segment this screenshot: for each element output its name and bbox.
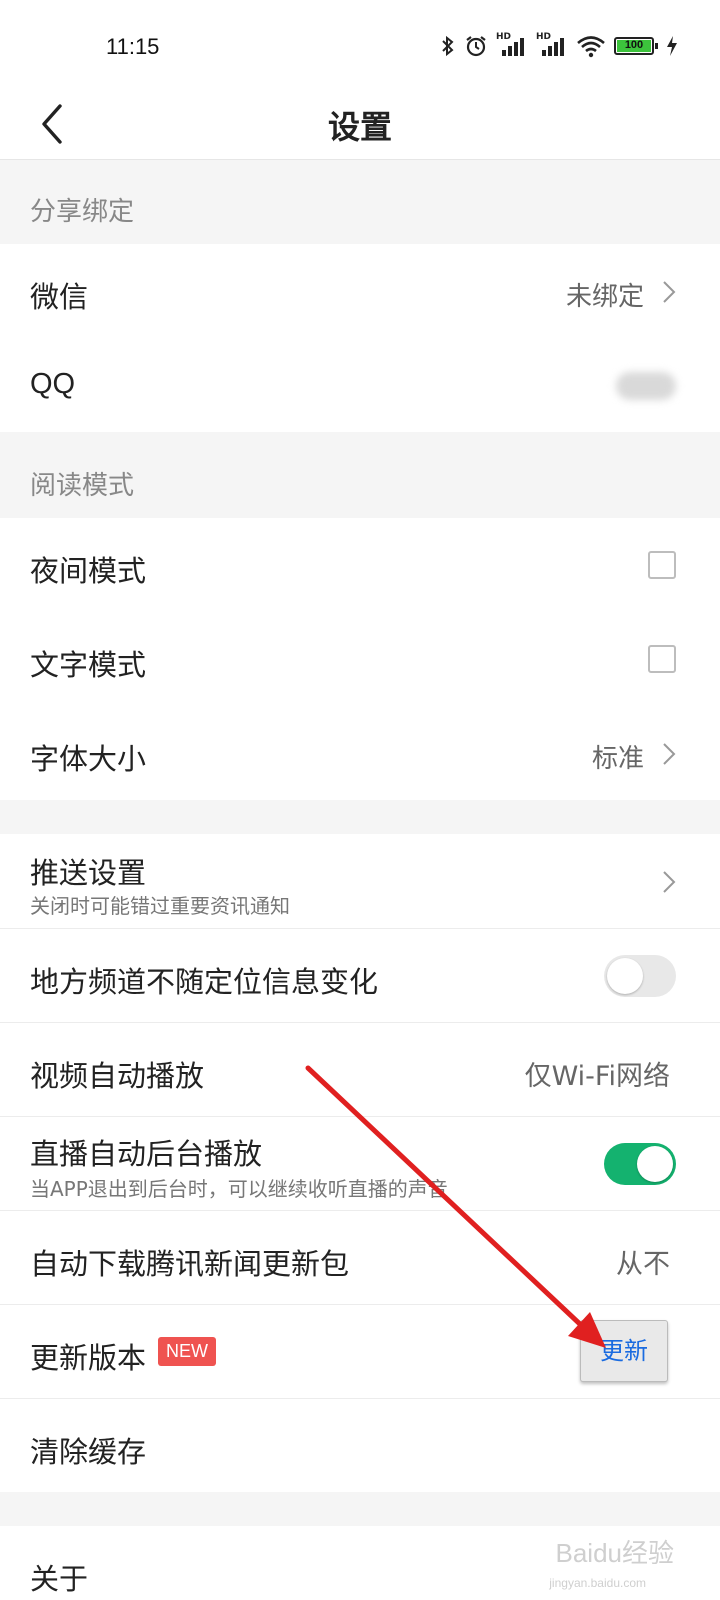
row-night-mode[interactable]: 夜间模式 [0, 518, 720, 612]
live-background-toggle[interactable] [604, 1143, 676, 1185]
qq-account-blurred [616, 372, 676, 400]
signal-1-icon: HD [496, 32, 528, 58]
signal-2-icon: HD [536, 32, 568, 58]
row-clear-cache[interactable]: 清除缓存 [0, 1399, 720, 1492]
row-label: 直播自动后台播放 [30, 1137, 263, 1171]
bluetooth-icon [442, 35, 454, 57]
update-button[interactable]: 更新 [580, 1320, 668, 1382]
row-sublabel: 关闭时可能错过重要资讯通知 [30, 894, 290, 918]
toggle-knob [607, 958, 643, 994]
section-header-share: 分享绑定 [0, 180, 720, 244]
battery-icon: 100 [614, 35, 658, 57]
night-mode-checkbox[interactable] [648, 551, 676, 579]
text-mode-checkbox[interactable] [648, 645, 676, 673]
font-size-value: 标准 [591, 744, 644, 774]
nav-bar: 设置 [0, 88, 720, 160]
toggle-knob [637, 1146, 673, 1182]
charging-icon [667, 36, 677, 56]
row-label: 夜间模式 [30, 554, 147, 588]
auto-download-value: 从不 [616, 1249, 670, 1280]
row-local-channel[interactable]: 地方频道不随定位信息变化 [0, 929, 720, 1022]
row-text-mode[interactable]: 文字模式 [0, 612, 720, 706]
watermark: Baidu经验 [555, 1538, 675, 1568]
status-time: 11:15 [106, 34, 160, 59]
alarm-icon [466, 36, 486, 57]
watermark-sub: jingyan.baidu.com [549, 1576, 646, 1590]
video-autoplay-value: 仅Wi-Fi网络 [524, 1061, 670, 1092]
row-label: 自动下载腾讯新闻更新包 [30, 1247, 350, 1281]
row-qq[interactable]: QQ [0, 338, 720, 432]
row-auto-download[interactable]: 自动下载腾讯新闻更新包 从不 [0, 1211, 720, 1304]
local-channel-toggle[interactable] [604, 955, 676, 997]
row-update-version[interactable]: 更新版本 NEW 更新 [0, 1305, 720, 1398]
row-font-size[interactable]: 字体大小 标准 [0, 706, 720, 800]
wechat-status: 未绑定 [565, 282, 644, 312]
chevron-right-icon [663, 281, 676, 303]
row-label: 关于 [30, 1562, 89, 1596]
row-label: 清除缓存 [30, 1435, 147, 1469]
status-bar: 11:15 HD HD 100 [0, 0, 720, 88]
row-push-settings[interactable]: 推送设置 关闭时可能错过重要资讯通知 [0, 834, 720, 928]
row-wechat[interactable]: 微信 未绑定 [0, 244, 720, 338]
page-title: 设置 [327, 108, 392, 146]
row-label: 微信 [30, 280, 89, 314]
row-label: 更新版本 [30, 1341, 147, 1375]
row-label: QQ [30, 368, 76, 400]
wifi-icon [577, 36, 605, 58]
new-badge: NEW [158, 1337, 216, 1366]
section-header-reading: 阅读模式 [0, 454, 720, 518]
row-label: 文字模式 [30, 648, 147, 682]
battery-level: 100 [624, 39, 644, 51]
row-label: 视频自动播放 [30, 1059, 205, 1093]
row-video-autoplay[interactable]: 视频自动播放 仅Wi-Fi网络 [0, 1023, 720, 1116]
row-sublabel: 当APP退出到后台时，可以继续收听直播的声音 [30, 1177, 448, 1201]
row-label: 字体大小 [30, 742, 147, 776]
row-label: 地方频道不随定位信息变化 [30, 965, 379, 999]
row-label: 推送设置 [30, 856, 147, 890]
chevron-right-icon [663, 743, 676, 765]
chevron-right-icon [663, 871, 676, 893]
status-icons: HD HD 100 [440, 32, 678, 58]
row-live-background[interactable]: 直播自动后台播放 当APP退出到后台时，可以继续收听直播的声音 [0, 1117, 720, 1210]
